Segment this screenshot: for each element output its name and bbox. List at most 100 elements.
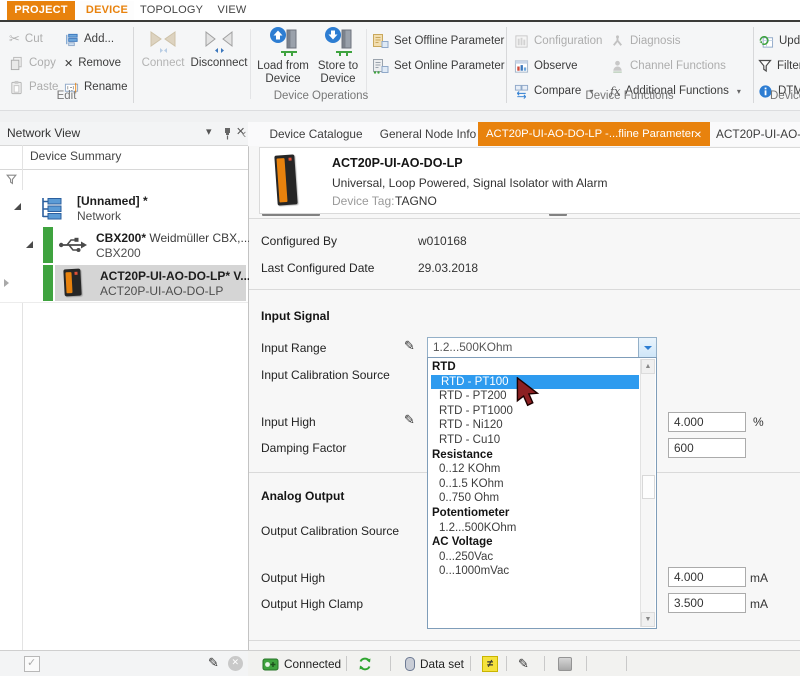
observe-button[interactable]: Observe [514,57,577,75]
set-online-parameter-icon [372,58,389,74]
tree-row-cbx200[interactable]: CBX200* Weidmüller CBX,... CBX200 [0,226,248,265]
tab-scroll-left-icon[interactable] [242,126,246,141]
network-view-footer [0,650,248,676]
dropdown-option[interactable]: 0..12 KOhm [429,462,639,477]
statusbar-pencil-icon[interactable] [518,655,529,672]
output-high-field[interactable]: 4.000 [668,567,746,587]
refresh-icon[interactable] [356,655,374,673]
load-from-device-label: Load from Device [257,60,309,86]
diagnosis-button[interactable]: Diagnosis [610,32,681,50]
remove-button[interactable]: Remove [64,54,121,72]
separator [250,29,251,99]
set-online-parameter-label: Set Online Parameter [394,60,505,72]
mouse-cursor-arrow [515,377,541,407]
application-window: PROJECT DEVICE TOPOLOGY VIEW Cut Copy Pa… [0,0,800,676]
input-range-label: Input Range [261,341,326,355]
footer-checkbox[interactable] [24,656,40,672]
dropdown-option[interactable]: 0..1.5 KOhm [429,477,639,492]
tree-node-subtitle: Network [77,209,121,223]
scrollbar-down-arrow-icon[interactable] [641,612,655,627]
expander-open-icon[interactable] [14,203,21,210]
update-icon [758,34,774,49]
add-icon [64,32,79,47]
ribbon-tab-topology[interactable]: TOPOLOGY [140,1,202,20]
connect-button[interactable]: Connect [138,28,188,70]
footer-pencil-icon[interactable] [208,655,219,671]
cut-label: Cut [25,33,43,45]
device-summary-header: Device Summary [0,145,248,170]
device-name: ACT20P-UI-AO-DO-LP [332,156,463,170]
ribbon-tab-device[interactable]: DEVICE [80,1,134,20]
scrollbar-thumb[interactable] [642,475,655,499]
output-high-clamp-field[interactable]: 3.500 [668,593,746,613]
panel-menu-chevron-down-icon[interactable]: ▾ [206,125,212,138]
expander-closed-icon[interactable] [4,279,9,287]
add-button[interactable]: Add... [64,30,114,48]
cut-button[interactable]: Cut [9,30,43,48]
tab-general-node-info[interactable]: General Node Info [376,122,480,146]
output-high-clamp-unit: mA [750,597,768,611]
statusbar-separator [390,656,391,671]
ribbon-tab-view[interactable]: VIEW [212,1,252,20]
statusbar-separator [506,656,507,671]
disconnect-button[interactable]: Disconnect [188,28,250,70]
footer-clear-icon[interactable] [228,656,243,671]
tab-device-catalogue[interactable]: Device Catalogue [260,122,372,146]
ribbon-tab-project[interactable]: PROJECT [7,1,75,20]
statusbar-separator [544,656,545,671]
device-tag-label: Device Tag: [332,194,394,208]
copy-button[interactable]: Copy [9,54,56,72]
input-range-combobox[interactable]: 1.2...500KOhm [427,337,657,358]
input-high-edit-pencil-icon[interactable] [404,412,415,428]
set-offline-parameter-label: Set Offline Parameter [394,35,504,47]
set-offline-parameter-button[interactable]: Set Offline Parameter [372,32,504,50]
store-to-device-button[interactable]: Store to Device [312,26,364,86]
filter-icon [758,59,772,73]
expander-open-icon[interactable] [26,241,33,248]
dropdown-option[interactable]: 0...1000mVac [429,564,639,579]
device-header-card: ACT20P-UI-AO-DO-LP Universal, Loop Power… [259,147,800,214]
channel-functions-button[interactable]: Channel Functions [610,57,726,75]
scrollbar-up-arrow-icon[interactable] [641,359,655,374]
dropdown-scrollbar[interactable] [640,359,655,627]
configuration-button[interactable]: Configuration [514,32,602,50]
dropdown-option[interactable]: RTD - Ni120 [429,418,639,433]
dropdown-group-header: Potentiometer [429,506,639,521]
divider [249,289,800,290]
set-online-parameter-button[interactable]: Set Online Parameter [372,57,505,75]
load-from-device-icon [268,26,298,57]
device-tag-value: TAGNO [395,194,437,208]
dropdown-option[interactable]: 1.2...500KOhm [429,521,639,536]
connected-label: Connected [284,657,341,671]
tree-node-bold-name: CBX200* [96,231,146,245]
load-from-device-button[interactable]: Load from Device [254,26,312,86]
dropdown-option[interactable]: 0..750 Ohm [429,491,639,506]
tree-filter-row[interactable] [0,168,248,191]
dropdown-option[interactable]: 0...250Vac [429,550,639,565]
network-icon [38,195,65,221]
update-button[interactable]: Update [758,32,800,50]
usb-icon [58,235,88,255]
update-label: Update [779,35,800,47]
tree-row-network[interactable]: [Unnamed] * Network [0,190,248,227]
data-set-label: Data set [420,657,464,671]
tab-next-clipped[interactable]: ACT20P-UI-AO- [716,122,800,146]
store-to-device-icon [323,26,353,57]
statusbar-separator [346,656,347,671]
input-high-field[interactable]: 4.000 [668,412,746,432]
remove-icon [64,56,73,70]
configured-by-label: Configured By [261,234,337,248]
output-calibration-source-label: Output Calibration Source [261,524,399,538]
damping-factor-field[interactable]: 600 [668,438,746,458]
module-front [65,272,73,293]
filter-button[interactable]: Filter [758,57,800,75]
tab-close-icon[interactable] [694,122,702,148]
tree-node-name: ACT20P-UI-AO-DO-LP* V... [100,269,250,283]
tree-row-act20p[interactable]: ACT20P-UI-AO-DO-LP* V... ACT20P-UI-AO-DO… [0,264,248,303]
panel-pin-icon[interactable] [222,127,233,141]
combobox-dropdown-button[interactable] [638,338,656,357]
input-range-dropdown-list: RTD RTD - PT100 RTD - PT200 RTD - PT1000… [427,357,657,629]
dropdown-option[interactable]: RTD - Cu10 [429,433,639,448]
input-range-edit-pencil-icon[interactable] [404,338,415,354]
tab-offline-parameter-active[interactable]: ACT20P-UI-AO-DO-LP -...fline Parameter [478,122,710,146]
